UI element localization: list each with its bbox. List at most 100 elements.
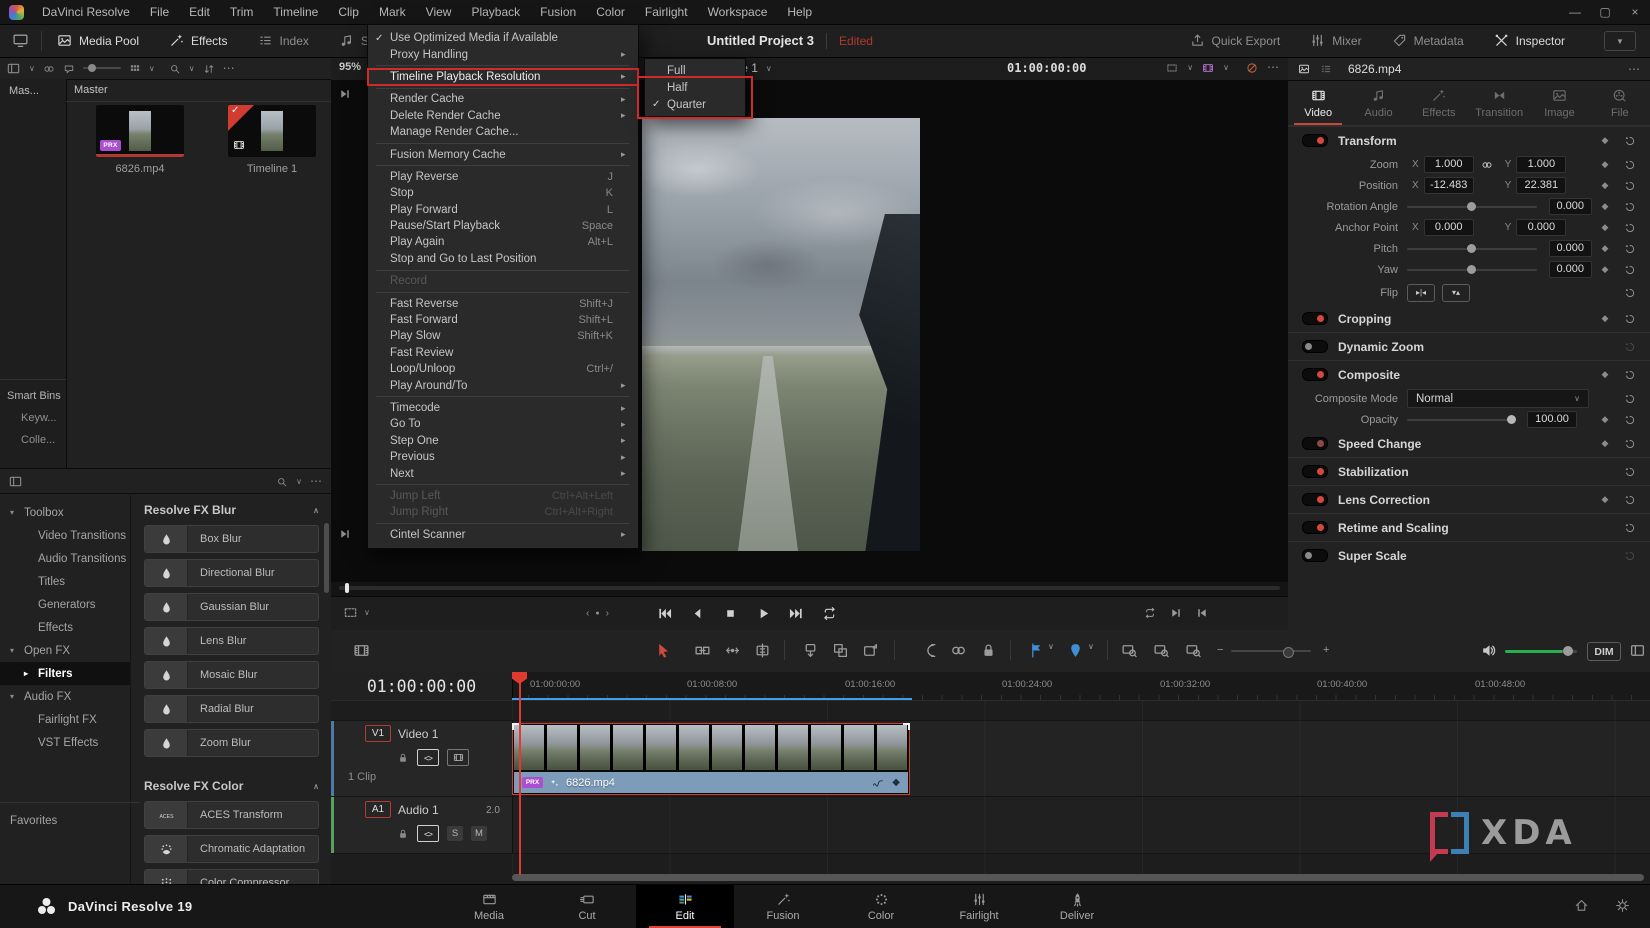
clip-thumbnail[interactable] — [228, 105, 316, 157]
keyframe-diamond-icon[interactable]: ◆ — [1592, 180, 1618, 191]
chevron-down-icon[interactable]: ∨ — [189, 64, 195, 73]
dim-audio-button[interactable]: DIM — [1587, 642, 1621, 661]
menu-item[interactable]: ✓ Stop and Go to Last Position ▸ — [368, 251, 638, 267]
workspace-dropdown-icon[interactable]: ▼ — [1604, 31, 1636, 51]
smart-bin-item[interactable]: Keyw... — [0, 402, 66, 424]
page-tab[interactable]: Cut — [538, 885, 636, 928]
timeline-options-icon[interactable] — [353, 642, 370, 659]
menu-item[interactable]: ✓ Record ▸ — [368, 273, 638, 289]
inspector-tab[interactable]: Effects — [1409, 81, 1469, 125]
menubar-item[interactable]: File — [140, 5, 179, 19]
zoom-y-field[interactable]: 1.000 — [1516, 156, 1566, 173]
keyframe-diamond-icon[interactable]: ◆ — [1592, 159, 1618, 170]
menu-item[interactable]: ✓ ▸ — [376, 292, 630, 293]
chevron-down-icon[interactable]: ∨ — [364, 608, 370, 617]
section-toggle[interactable] — [1302, 521, 1328, 534]
track-lock-icon[interactable] — [397, 827, 409, 841]
bypass-grades-icon[interactable] — [1246, 60, 1258, 74]
anchor-x-field[interactable]: 0.000 — [1424, 219, 1474, 236]
menu-item[interactable]: ✓ Loop/Unloop Ctrl+/ ▸ — [368, 361, 638, 377]
menu-item[interactable]: ✓ Stop K ▸ — [368, 185, 638, 201]
page-tab[interactable]: Color — [832, 885, 930, 928]
chevron-down-icon[interactable]: ∨ — [1088, 642, 1094, 651]
composite-mode-dropdown[interactable]: Normal ∨ — [1407, 389, 1589, 408]
audio-monitor-speaker-icon[interactable] — [1480, 642, 1497, 659]
page-tab[interactable]: Fusion — [734, 885, 832, 928]
zoom-out-icon[interactable]: − — [1217, 644, 1223, 656]
detail-zoom-button[interactable] — [1153, 642, 1170, 659]
page-tab[interactable]: Media — [440, 885, 538, 928]
menu-item[interactable]: ✓ Step One ▸ — [368, 433, 638, 449]
keyframe-diamond-icon[interactable]: ◆ — [1592, 438, 1618, 449]
fx-item[interactable]: Lens Blur — [144, 627, 319, 655]
menubar-item[interactable]: Clip — [328, 5, 369, 19]
smart-bin-item[interactable]: Colle... — [0, 424, 66, 446]
project-manager-home-icon[interactable] — [1574, 898, 1589, 913]
fx-section-header[interactable]: Resolve FX Color ∧ — [130, 763, 331, 801]
list-view-icon[interactable] — [1320, 62, 1332, 76]
match-frame-icon[interactable] — [339, 526, 351, 540]
menu-item[interactable]: ✓ Timeline Playback Resolution ▸ — [368, 69, 638, 85]
media-clip-tile[interactable]: PRX 6826.mp4 — [96, 105, 184, 175]
keyframe-diamond-icon[interactable]: ◆ — [892, 777, 900, 788]
menu-item[interactable]: ✓ ▸ — [376, 65, 630, 66]
bin-list-icon[interactable] — [6, 60, 21, 75]
rotation-slider[interactable] — [1407, 206, 1537, 208]
inspector-tab[interactable]: Audio — [1348, 81, 1408, 125]
stop-button[interactable] — [723, 606, 738, 621]
fx-item[interactable]: Radial Blur — [144, 695, 319, 723]
audio-level-slider[interactable] — [1505, 650, 1577, 653]
loop-range-icon[interactable] — [1144, 605, 1156, 619]
search-icon[interactable] — [276, 474, 288, 488]
panel-toggle-button[interactable]: Media Pool — [42, 24, 154, 57]
menu-item[interactable]: ✓ Play Again Alt+L ▸ — [368, 234, 638, 250]
inspector-section[interactable]: Lens Correction ◆ — [1288, 485, 1650, 513]
menu-item[interactable]: ✓ Play Forward L ▸ — [368, 202, 638, 218]
previous-edit-icon[interactable] — [1196, 605, 1208, 619]
panel-toggle-button[interactable]: Mixer — [1295, 24, 1376, 57]
menu-item[interactable]: ✓ Go To ▸ — [368, 416, 638, 432]
menubar-item[interactable]: Workspace — [698, 5, 778, 19]
search-icon[interactable] — [169, 61, 181, 75]
play-button[interactable] — [756, 606, 771, 621]
flag-button[interactable] — [1028, 642, 1045, 659]
page-tab[interactable]: Edit — [636, 885, 734, 928]
fx-item[interactable]: Gaussian Blur — [144, 593, 319, 621]
anchor-y-field[interactable]: 0.000 — [1516, 219, 1566, 236]
menu-item[interactable]: ✓ Fusion Memory Cache ▸ — [368, 146, 638, 162]
fx-section-header[interactable]: Resolve FX Blur ∧ — [130, 493, 331, 525]
overwrite-clip-button[interactable] — [832, 642, 849, 659]
favorites-item[interactable]: Favorites — [0, 802, 140, 827]
step-back-button[interactable] — [690, 606, 705, 621]
transform-section-header[interactable]: Transform ◆ — [1288, 126, 1650, 154]
fx-item[interactable]: Box Blur — [144, 525, 319, 553]
timeline-horizontal-scrollbar[interactable] — [512, 874, 1644, 881]
reset-icon[interactable] — [1618, 521, 1642, 535]
reset-icon[interactable] — [1618, 242, 1642, 256]
effects-tree-item[interactable]: Generators — [0, 593, 130, 616]
proxy-media-icon[interactable] — [1202, 60, 1214, 74]
reset-icon[interactable] — [1618, 200, 1642, 214]
inspector-section[interactable]: Dynamic Zoom ◆ — [1288, 332, 1650, 360]
reset-icon[interactable] — [1618, 392, 1642, 406]
loop-playback-button[interactable] — [822, 606, 837, 621]
chevron-down-icon[interactable]: ∨ — [1187, 63, 1193, 72]
keyframe-diamond-icon[interactable]: ◆ — [1592, 494, 1618, 505]
menu-item[interactable]: ✓ Fast Forward Shift+L ▸ — [368, 312, 638, 328]
opacity-slider[interactable] — [1407, 419, 1515, 421]
video-track-header[interactable]: V1 Video 1 <> 1 Clip — [331, 721, 513, 796]
clip-thumbnail[interactable]: PRX — [96, 105, 184, 157]
menu-item[interactable]: ✓ ▸ — [376, 523, 630, 524]
solo-button[interactable]: S — [447, 826, 463, 841]
video-track-badge[interactable]: V1 — [365, 725, 391, 742]
fx-item[interactable]: Chromatic Adaptation — [144, 835, 319, 863]
keyframe-diamond-icon[interactable]: ◆ — [1592, 201, 1618, 212]
bin-path[interactable]: Master — [66, 79, 331, 102]
menubar-item[interactable]: Fairlight — [635, 5, 698, 19]
menu-item[interactable]: ✓ ▸ — [376, 396, 630, 397]
keyframe-diamond-icon[interactable]: ◆ — [1592, 222, 1618, 233]
effects-tree-item[interactable]: Audio FX — [0, 685, 130, 708]
window-control[interactable]: × — [1620, 5, 1650, 19]
panel-toggle-button[interactable]: Effects — [154, 24, 242, 57]
panel-toggle-button[interactable]: Quick Export — [1175, 24, 1296, 57]
